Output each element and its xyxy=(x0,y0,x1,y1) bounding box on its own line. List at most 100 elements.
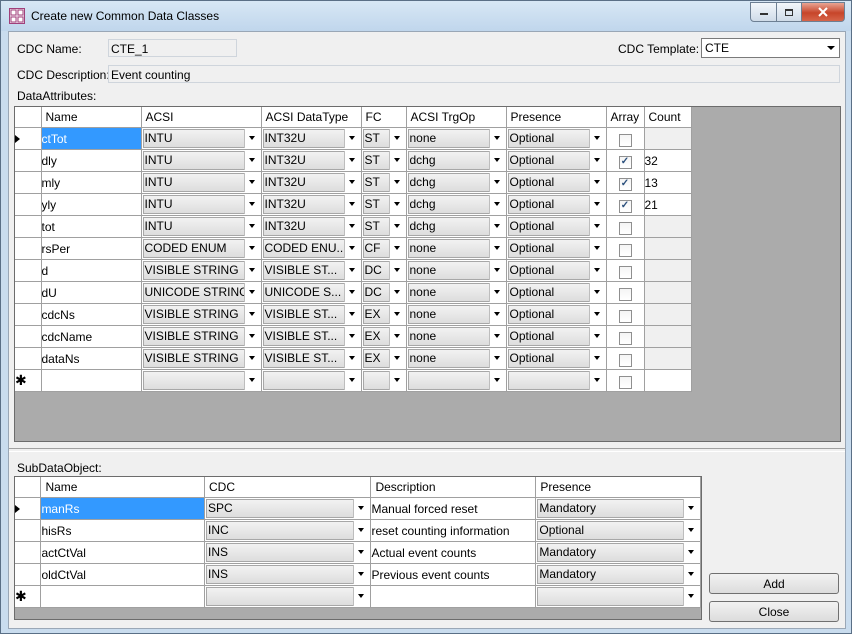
trgop-combo[interactable] xyxy=(407,370,506,391)
array-checkbox[interactable] xyxy=(618,354,632,367)
acsi-datatype-combo[interactable]: INT32U xyxy=(262,216,361,237)
name-cell[interactable]: yly xyxy=(41,193,142,216)
title-bar[interactable]: Create new Common Data Classes xyxy=(1,1,851,31)
row-header[interactable] xyxy=(15,347,42,370)
description-cell[interactable]: Manual forced reset xyxy=(370,497,537,520)
acsi-datatype-combo[interactable]: VISIBLE ST... xyxy=(262,304,361,325)
presence-combo[interactable]: Mandatory xyxy=(536,498,699,519)
data-attributes-grid[interactable]: Name ACSI ACSI DataType FC ACSI TrgOp Pr… xyxy=(14,106,841,442)
description-cell[interactable]: Actual event counts xyxy=(370,541,537,564)
name-cell[interactable]: manRs xyxy=(40,497,205,520)
array-cell[interactable]: ✓ xyxy=(606,149,645,172)
acsi-combo[interactable]: INTU xyxy=(142,194,261,215)
presence-combo[interactable]: Optional xyxy=(507,304,606,325)
trgop-combo[interactable]: dchg xyxy=(407,194,506,215)
description-cell[interactable]: Previous event counts xyxy=(370,563,537,586)
acsi-combo[interactable]: CODED ENUM xyxy=(142,238,261,259)
array-checkbox[interactable] xyxy=(618,310,632,323)
acsi-datatype-combo[interactable]: CODED ENU... xyxy=(262,238,361,259)
count-cell[interactable]: 13 xyxy=(644,171,692,194)
name-cell[interactable]: dly xyxy=(41,149,142,172)
name-cell[interactable]: dU xyxy=(41,281,142,304)
array-checkbox[interactable]: ✓ xyxy=(618,178,632,191)
presence-combo[interactable]: Optional xyxy=(507,326,606,347)
column-header-acsi[interactable]: ACSI xyxy=(141,107,262,128)
maximize-button[interactable] xyxy=(777,2,802,22)
cdc-template-select[interactable]: CTE xyxy=(701,38,840,58)
column-header-acsi-datatype[interactable]: ACSI DataType xyxy=(261,107,362,128)
array-cell[interactable] xyxy=(606,303,645,326)
fc-combo[interactable]: ST xyxy=(362,172,406,193)
column-header-presence[interactable]: Presence xyxy=(506,107,607,128)
splitter[interactable] xyxy=(9,448,845,452)
table-row[interactable]: cdcNs VISIBLE STRING VISIBLE ST... EX none Op… xyxy=(15,303,692,326)
array-checkbox[interactable] xyxy=(618,376,632,389)
new-row-indicator-icon[interactable]: ✱ xyxy=(15,369,42,392)
array-cell[interactable] xyxy=(606,259,645,282)
acsi-datatype-combo[interactable]: INT32U xyxy=(262,172,361,193)
description-cell[interactable] xyxy=(370,585,537,608)
acsi-datatype-combo[interactable]: INT32U xyxy=(262,150,361,171)
presence-combo[interactable]: Optional xyxy=(507,238,606,259)
fc-combo[interactable]: ST xyxy=(362,150,406,171)
fc-combo[interactable]: EX xyxy=(362,348,406,369)
row-header[interactable] xyxy=(15,325,42,348)
name-cell[interactable] xyxy=(41,369,142,392)
trgop-combo[interactable]: none xyxy=(407,304,506,325)
cdc-name-input[interactable]: CTE_1 xyxy=(108,39,237,57)
table-row[interactable]: manRs SPC Manual forced reset Mandatory xyxy=(15,497,701,520)
cdc-combo[interactable]: SPC xyxy=(205,498,370,519)
fc-combo[interactable]: ST xyxy=(362,128,406,149)
array-cell[interactable]: ✓ xyxy=(606,193,645,216)
count-cell[interactable] xyxy=(644,369,692,392)
acsi-combo[interactable]: INTU xyxy=(142,128,261,149)
row-header[interactable] xyxy=(15,149,42,172)
acsi-combo[interactable]: VISIBLE STRING xyxy=(142,304,261,325)
new-row[interactable]: ✱ xyxy=(15,585,701,608)
presence-combo[interactable]: Optional xyxy=(507,282,606,303)
cdc-combo[interactable] xyxy=(205,586,370,607)
fc-combo[interactable]: ST xyxy=(362,194,406,215)
column-header-description[interactable]: Description xyxy=(370,477,537,498)
array-cell[interactable] xyxy=(606,347,645,370)
name-cell[interactable]: oldCtVal xyxy=(40,563,205,586)
acsi-combo[interactable]: INTU xyxy=(142,150,261,171)
fc-combo[interactable]: DC xyxy=(362,282,406,303)
name-cell[interactable]: cdcNs xyxy=(41,303,142,326)
fc-combo[interactable]: EX xyxy=(362,304,406,325)
presence-combo[interactable]: Mandatory xyxy=(536,542,699,563)
table-row[interactable]: tot INTU INT32U ST dchg Optional xyxy=(15,215,692,238)
current-row-indicator-icon[interactable] xyxy=(15,127,42,150)
table-row[interactable]: mly INTU INT32U ST dchg Optional ✓ 13 xyxy=(15,171,692,194)
table-row[interactable]: cdcName VISIBLE STRING VISIBLE ST... EX none… xyxy=(15,325,692,348)
trgop-combo[interactable]: none xyxy=(407,348,506,369)
cdc-combo[interactable]: INS xyxy=(205,542,370,563)
acsi-datatype-combo[interactable]: UNICODE S... xyxy=(262,282,361,303)
presence-combo[interactable]: Optional xyxy=(507,260,606,281)
trgop-combo[interactable]: dchg xyxy=(407,216,506,237)
fc-combo[interactable] xyxy=(362,370,406,391)
presence-combo[interactable]: Optional xyxy=(507,216,606,237)
presence-combo[interactable]: Optional xyxy=(507,172,606,193)
acsi-datatype-combo[interactable]: INT32U xyxy=(262,194,361,215)
trgop-combo[interactable]: none xyxy=(407,326,506,347)
count-cell[interactable]: 32 xyxy=(644,149,692,172)
fc-combo[interactable]: ST xyxy=(362,216,406,237)
close-window-button[interactable] xyxy=(802,2,845,22)
table-row[interactable]: ctTot INTU INT32U ST none Optional xyxy=(15,127,692,150)
presence-combo[interactable]: Mandatory xyxy=(536,564,699,585)
table-row[interactable]: hisRs INC reset counting information Option… xyxy=(15,519,701,542)
row-header[interactable] xyxy=(15,259,42,282)
acsi-datatype-combo[interactable]: VISIBLE ST... xyxy=(262,326,361,347)
trgop-combo[interactable]: dchg xyxy=(407,150,506,171)
acsi-combo[interactable]: VISIBLE STRING xyxy=(142,326,261,347)
row-header[interactable] xyxy=(15,519,42,542)
presence-combo[interactable] xyxy=(536,586,699,607)
name-cell[interactable]: rsPer xyxy=(41,237,142,260)
column-header-fc[interactable]: FC xyxy=(361,107,407,128)
acsi-datatype-combo[interactable] xyxy=(262,370,361,391)
array-checkbox[interactable] xyxy=(618,288,632,301)
acsi-datatype-combo[interactable]: INT32U xyxy=(262,128,361,149)
acsi-datatype-combo[interactable]: VISIBLE ST... xyxy=(262,260,361,281)
array-checkbox[interactable] xyxy=(618,332,632,345)
